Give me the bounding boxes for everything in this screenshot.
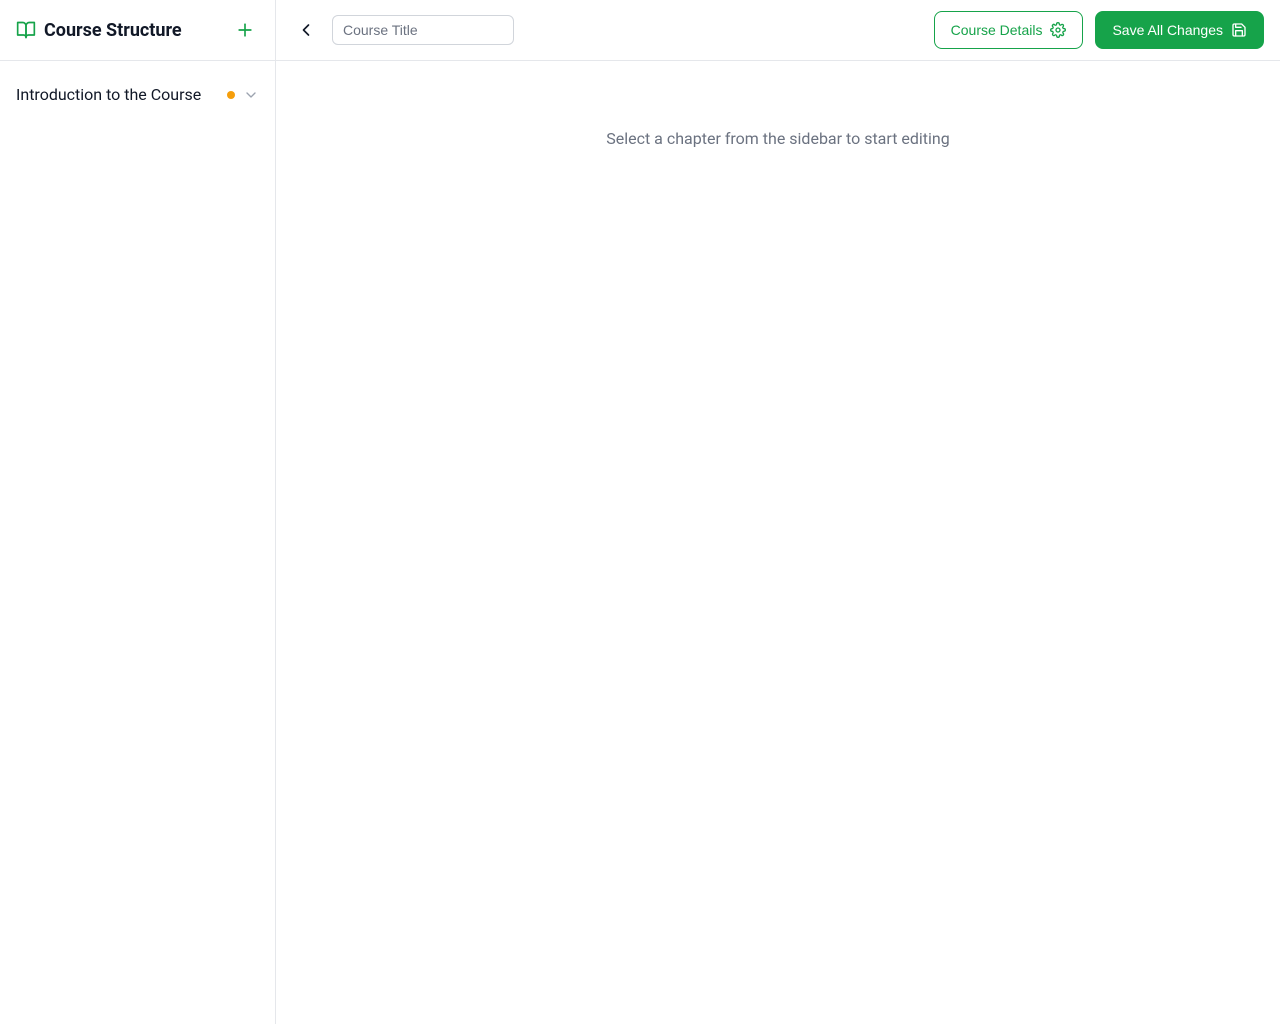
sidebar-title-group: Course Structure <box>16 20 182 41</box>
save-all-label: Save All Changes <box>1112 22 1223 38</box>
chevron-left-icon <box>296 20 316 40</box>
main: Course Details Save All Changes <box>276 0 1280 1024</box>
empty-state-text: Select a chapter from the sidebar to sta… <box>276 129 1280 148</box>
back-button[interactable] <box>292 16 320 44</box>
course-title-input[interactable] <box>332 15 514 45</box>
sidebar-item-chapter[interactable]: Introduction to the Course <box>0 69 275 120</box>
sidebar-item-meta <box>227 87 259 103</box>
save-icon <box>1231 22 1247 38</box>
save-all-button[interactable]: Save All Changes <box>1095 11 1264 49</box>
sidebar-items: Introduction to the Course <box>0 61 275 128</box>
content-area: Select a chapter from the sidebar to sta… <box>276 61 1280 1024</box>
add-chapter-button[interactable] <box>231 16 259 44</box>
status-dot-pending <box>227 91 235 99</box>
sidebar-header: Course Structure <box>0 0 275 61</box>
chevron-down-icon <box>243 87 259 103</box>
course-details-button[interactable]: Course Details <box>934 11 1084 49</box>
sidebar-title: Course Structure <box>44 20 182 41</box>
sidebar: Course Structure Introduction to the Cou… <box>0 0 276 1024</box>
topbar: Course Details Save All Changes <box>276 0 1280 61</box>
topbar-left <box>292 15 514 45</box>
sidebar-item-label: Introduction to the Course <box>16 83 201 106</box>
settings-icon <box>1050 22 1066 38</box>
plus-icon <box>235 20 255 40</box>
book-open-icon <box>16 20 36 40</box>
topbar-right: Course Details Save All Changes <box>934 11 1264 49</box>
course-details-label: Course Details <box>951 22 1043 38</box>
